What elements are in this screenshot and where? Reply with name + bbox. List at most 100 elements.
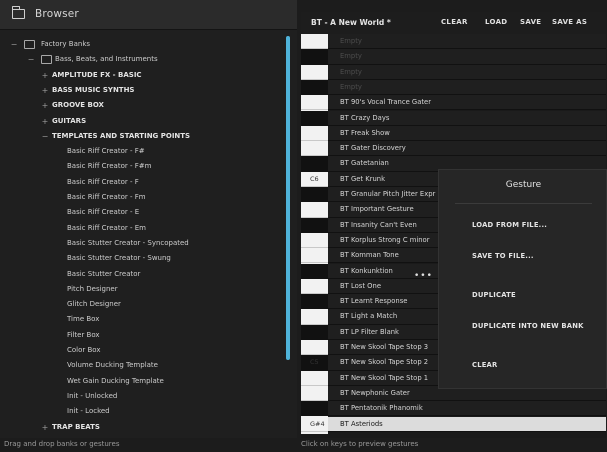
- browser-gesture-item[interactable]: Wet Gain Ducking Template: [0, 374, 284, 389]
- empty-gesture-slot[interactable]: Empty: [328, 34, 606, 50]
- load-bank-button[interactable]: LOAD: [485, 18, 507, 26]
- browser-gesture-item[interactable]: Glitch Designer: [0, 297, 284, 312]
- piano-key-black[interactable]: [301, 324, 328, 340]
- piano-key-white[interactable]: [301, 34, 328, 50]
- browser-gesture-item[interactable]: Basic Riff Creator - F#: [0, 144, 284, 159]
- save-to-file-item[interactable]: SAVE TO FILE...: [472, 252, 534, 260]
- empty-gesture-slot[interactable]: Empty: [328, 79, 606, 96]
- collapse-icon[interactable]: −: [27, 52, 35, 67]
- bank-footer-hint: Click on keys to preview gestures: [301, 440, 419, 448]
- browser-item-label: Basic Stutter Creator - Swung: [67, 254, 171, 263]
- piano-key-white[interactable]: [301, 125, 328, 142]
- save-bank-button[interactable]: SAVE: [520, 18, 541, 26]
- browser-folder-item[interactable]: + GROOVE BOX: [0, 98, 284, 113]
- browser-gesture-item[interactable]: Basic Stutter Creator: [0, 267, 284, 282]
- piano-key-white[interactable]: [301, 340, 328, 356]
- bank-header: BT - A New World * CLEAR LOAD SAVE SAVE …: [301, 12, 606, 34]
- piano-key-white[interactable]: [301, 278, 328, 295]
- collapse-icon[interactable]: −: [10, 37, 18, 52]
- piano-key-black[interactable]: [301, 110, 328, 126]
- expand-icon[interactable]: +: [41, 68, 49, 83]
- save-as-bank-button[interactable]: SAVE AS: [552, 18, 587, 26]
- browser-item-label: TRAP BEATS: [52, 422, 100, 431]
- duplicate-item[interactable]: DUPLICATE: [472, 291, 516, 299]
- piano-key-black[interactable]: [301, 263, 328, 279]
- piano-key-white[interactable]: [301, 95, 328, 111]
- gesture-context-menu: Gesture LOAD FROM FILE... SAVE TO FILE..…: [438, 169, 607, 389]
- browser-item-label: Pitch Designer: [67, 284, 118, 293]
- browser-gesture-item[interactable]: Basic Riff Creator - F: [0, 175, 284, 190]
- browser-gesture-item[interactable]: Basic Riff Creator - E: [0, 205, 284, 220]
- expand-icon[interactable]: +: [41, 114, 49, 129]
- browser-gesture-item[interactable]: Pitch Designer: [0, 282, 284, 297]
- browser-item-label: Basic Stutter Creator: [67, 269, 141, 278]
- piano-key-black[interactable]: [301, 156, 328, 172]
- expand-icon[interactable]: +: [41, 98, 49, 113]
- gesture-slot[interactable]: BT Freak Show: [328, 125, 606, 142]
- clear-bank-button[interactable]: CLEAR: [441, 18, 468, 26]
- piano-key-white[interactable]: [301, 232, 328, 249]
- empty-gesture-slot[interactable]: Empty: [328, 49, 606, 65]
- browser-folder-item[interactable]: + GUITARS: [0, 114, 284, 129]
- context-menu-title: Gesture: [505, 180, 542, 190]
- browser-folder-item[interactable]: − Bass, Beats, and Instruments: [0, 52, 284, 67]
- piano-key-white[interactable]: [301, 248, 328, 264]
- browser-item-label: Init - Unlocked: [67, 391, 118, 400]
- duplicate-into-new-bank-item[interactable]: DUPLICATE INTO NEW BANK: [472, 322, 584, 330]
- piano-key-black[interactable]: C5: [301, 355, 328, 371]
- browser-item-label: Basic Riff Creator - F#m: [67, 162, 152, 171]
- context-menu-divider: [455, 203, 592, 204]
- browser-gesture-item[interactable]: Color Box: [0, 343, 284, 358]
- piano-key-black[interactable]: [301, 49, 328, 65]
- browser-item-label: Basic Riff Creator - E: [67, 208, 140, 217]
- slot-more-options-icon[interactable]: •••: [414, 271, 433, 281]
- browser-item-label: Glitch Designer: [67, 300, 121, 309]
- browser-gesture-item[interactable]: Filter Box: [0, 328, 284, 343]
- piano-key-black[interactable]: [301, 217, 328, 233]
- browser-gesture-item[interactable]: Basic Riff Creator - Fm: [0, 190, 284, 205]
- piano-key-white[interactable]: [301, 309, 328, 325]
- browser-gesture-item[interactable]: Volume Ducking Template: [0, 358, 284, 373]
- piano-key-white[interactable]: [301, 370, 328, 386]
- browser-folder-item[interactable]: + AMPLITUDE FX - BASIC: [0, 68, 284, 83]
- gesture-slot[interactable]: BT Gater Discovery: [328, 141, 606, 157]
- browser-folder-item[interactable]: − TEMPLATES AND STARTING POINTS: [0, 129, 284, 144]
- browser-item-label: Volume Ducking Template: [67, 361, 158, 370]
- piano-key-black[interactable]: [301, 294, 328, 310]
- browser-item-label: Init - Locked: [67, 407, 110, 416]
- load-from-file-item[interactable]: LOAD FROM FILE...: [472, 221, 547, 229]
- browser-gesture-item[interactable]: Basic Stutter Creator - Syncopated: [0, 236, 284, 251]
- expand-icon[interactable]: +: [41, 83, 49, 98]
- bank-title: BT - A New World *: [311, 18, 391, 27]
- gesture-slot[interactable]: BT Pentatonik Phanomik: [328, 401, 606, 417]
- browser-title: Browser: [35, 8, 79, 20]
- browser-gesture-item[interactable]: Time Box: [0, 312, 284, 327]
- piano-key-black[interactable]: [301, 79, 328, 96]
- gesture-slot[interactable]: BT Crazy Days: [328, 110, 606, 126]
- browser-gesture-item[interactable]: Basic Stutter Creator - Swung: [0, 251, 284, 266]
- clear-gesture-item[interactable]: CLEAR: [472, 361, 497, 369]
- piano-key-black[interactable]: [301, 401, 328, 417]
- browser-gesture-item[interactable]: Basic Riff Creator - F#m: [0, 159, 284, 174]
- browser-folder-item[interactable]: + TRAP BEATS: [0, 420, 284, 435]
- piano-key-white[interactable]: G#4: [301, 416, 328, 432]
- piano-key-white[interactable]: [301, 202, 328, 218]
- browser-item-label: Basic Stutter Creator - Syncopated: [67, 238, 189, 247]
- browser-gesture-item[interactable]: Init - Locked: [0, 404, 284, 419]
- piano-key-white[interactable]: [301, 385, 328, 402]
- piano-key-black[interactable]: [301, 187, 328, 203]
- piano-key-white[interactable]: C6: [301, 171, 328, 187]
- gesture-slot[interactable]: BT 90's Vocal Trance Gater: [328, 95, 606, 111]
- collapse-icon[interactable]: −: [41, 129, 49, 144]
- piano-key-white[interactable]: [301, 64, 328, 80]
- browser-scrollbar[interactable]: [286, 36, 290, 360]
- browser-tree: − Factory Banks − Bass, Beats, and Instrume…: [0, 30, 284, 438]
- browser-folder-item[interactable]: + BASS MUSIC SYNTHS: [0, 83, 284, 98]
- empty-gesture-slot[interactable]: Empty: [328, 64, 606, 80]
- browser-folder-item[interactable]: − Factory Banks: [0, 37, 284, 52]
- expand-icon[interactable]: +: [41, 420, 49, 435]
- piano-key-white[interactable]: [301, 141, 328, 157]
- browser-gesture-item[interactable]: Basic Riff Creator - Em: [0, 221, 284, 236]
- gesture-slot[interactable]: BT Asteriods: [328, 416, 606, 432]
- browser-gesture-item[interactable]: Init - Unlocked: [0, 389, 284, 404]
